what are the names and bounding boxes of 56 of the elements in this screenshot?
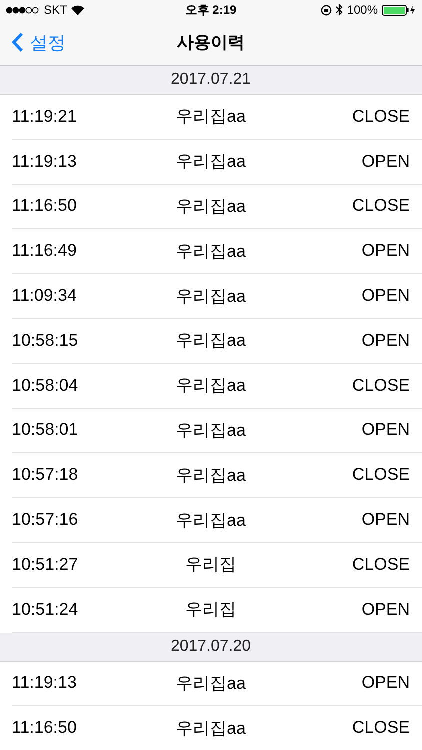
action-text: OPEN — [360, 152, 410, 172]
date-header: 2017.07.20 — [0, 632, 422, 662]
wifi-icon — [71, 4, 86, 16]
rotation-lock-icon — [321, 4, 332, 16]
time-text: 10:51:27 — [12, 554, 80, 575]
action-text: CLOSE — [351, 376, 410, 396]
time-text: 11:19:21 — [12, 106, 78, 127]
action-text: OPEN — [360, 420, 410, 440]
place-text: 우리집aa — [175, 375, 247, 398]
time-text: 10:51:24 — [12, 600, 80, 620]
time-text: 11:19:13 — [12, 673, 78, 694]
signal-icon — [6, 6, 40, 14]
place-text: 우리집 — [184, 554, 238, 576]
place-text: 우리집aa — [175, 464, 247, 487]
time-text: 11:16:49 — [12, 241, 78, 262]
time-text: 10:58:15 — [12, 330, 80, 351]
time-text: 10:57:16 — [12, 510, 80, 530]
status-time: 오후 2:19 — [185, 2, 237, 18]
action-text: OPEN — [360, 673, 410, 694]
action-text: OPEN — [360, 600, 410, 620]
battery-percent: 100% — [347, 3, 378, 17]
place-text: 우리집aa — [175, 151, 247, 174]
time-text: 11:16:50 — [12, 718, 78, 738]
chevron-icon — [12, 32, 24, 53]
time-text: 11:16:50 — [12, 196, 78, 216]
action-text: OPEN — [360, 510, 410, 530]
place-text: 우리집aa — [175, 420, 247, 442]
back-button[interactable]: 설정 — [0, 30, 66, 54]
date-header: 2017.07.21 — [0, 66, 422, 95]
time-text: 10:57:18 — [12, 465, 80, 486]
back-label: 설정 — [30, 32, 66, 54]
time-text: 10:58:01 — [12, 420, 80, 440]
place-text: 우리집aa — [175, 240, 247, 263]
time-text: 11:19:13 — [12, 152, 78, 172]
place-text: 우리집 — [184, 599, 238, 622]
place-text: 우리집aa — [175, 718, 247, 740]
bluetooth-icon — [336, 4, 344, 16]
place-text: 우리집aa — [175, 330, 247, 352]
action-text: OPEN — [360, 330, 410, 351]
place-text: 우리집aa — [175, 106, 247, 128]
battery-icon — [382, 4, 416, 16]
action-text: CLOSE — [351, 718, 410, 738]
action-text: OPEN — [360, 286, 410, 306]
action-text: CLOSE — [351, 554, 410, 575]
time-text: 11:09:34 — [12, 286, 78, 306]
carrier-name: SKT — [44, 3, 68, 17]
time-text: 10:58:04 — [12, 376, 80, 396]
page-title: 사용이력 — [177, 32, 245, 54]
place-text: 우리집aa — [175, 510, 247, 532]
action-text: CLOSE — [351, 196, 410, 216]
action-text: CLOSE — [351, 465, 410, 486]
action-text: OPEN — [360, 241, 410, 262]
action-text: CLOSE — [351, 106, 410, 127]
place-text: 우리집aa — [175, 196, 247, 218]
place-text: 우리집aa — [175, 286, 247, 308]
place-text: 우리집aa — [175, 672, 247, 695]
